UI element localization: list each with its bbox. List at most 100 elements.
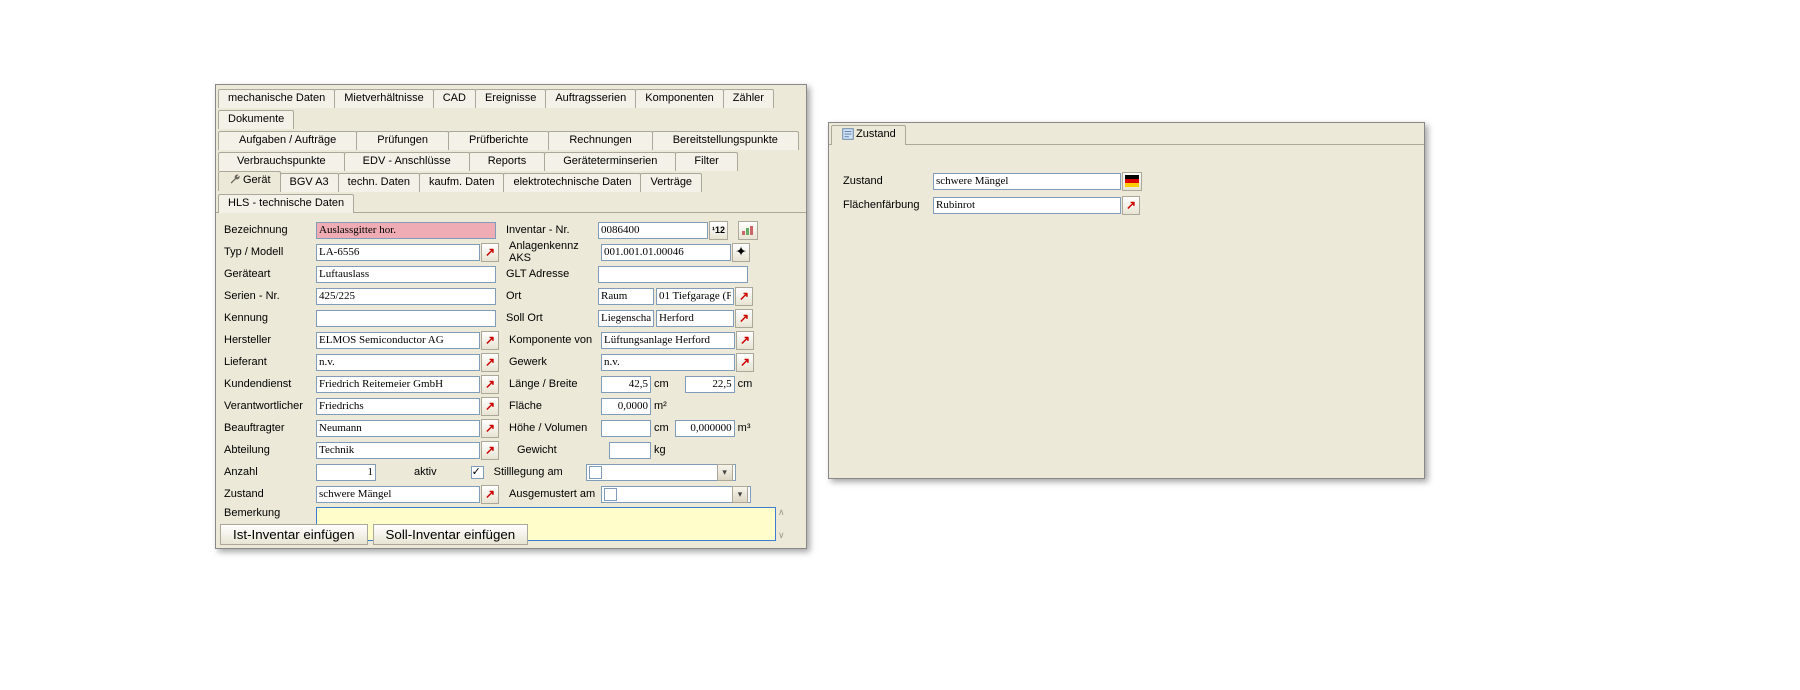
tab-kaufm-daten[interactable]: kaufm. Daten <box>419 173 504 192</box>
input-verantw[interactable] <box>316 398 480 415</box>
date-enable-checkbox[interactable] <box>589 466 602 479</box>
tab-dokumente[interactable]: Dokumente <box>218 110 294 129</box>
input-anzahl[interactable] <box>316 464 376 481</box>
tab-rechnungen[interactable]: Rechnungen <box>548 131 652 150</box>
label-anzahl: Anzahl <box>224 466 316 478</box>
label-hersteller: Hersteller <box>224 334 316 346</box>
input-zustand[interactable] <box>316 486 480 503</box>
tab-bereitstellungspunkte[interactable]: Bereitstellungspunkte <box>652 131 799 150</box>
input-flaeche[interactable] <box>601 398 651 415</box>
zustand-lookup-button[interactable]: ↗ <box>481 485 499 504</box>
tab-geraet[interactable]: Gerät <box>218 171 281 191</box>
side-zustand-color-button[interactable] <box>1122 172 1142 191</box>
tab-zaehler[interactable]: Zähler <box>723 89 774 108</box>
input-ort-type[interactable] <box>598 288 654 305</box>
checkbox-aktiv[interactable] <box>471 466 484 479</box>
label-gewicht: Gewicht <box>509 444 609 456</box>
wrench-icon <box>228 173 240 185</box>
input-serien[interactable] <box>316 288 496 305</box>
ort-lookup-button[interactable]: ↗ <box>735 287 753 306</box>
komponente-lookup-button[interactable]: ↗ <box>736 331 754 350</box>
tab-cad[interactable]: CAD <box>433 89 476 108</box>
tab-aufgaben[interactable]: Aufgaben / Aufträge <box>218 131 357 150</box>
tab-strip: mechanische Daten Mietverhältnisse CAD E… <box>216 85 806 213</box>
verantw-lookup-button[interactable]: ↗ <box>481 397 499 416</box>
input-laenge[interactable] <box>601 376 651 393</box>
side-flaeche-lookup-button[interactable]: ↗ <box>1122 196 1140 215</box>
hersteller-lookup-button[interactable]: ↗ <box>481 331 499 350</box>
tab-elektro-daten[interactable]: elektrotechnische Daten <box>503 173 641 192</box>
label-abteilung: Abteilung <box>224 444 316 456</box>
arrow-icon: ↗ <box>485 487 495 501</box>
input-gewerk[interactable] <box>601 354 735 371</box>
input-gewicht[interactable] <box>609 442 651 459</box>
tab-reports[interactable]: Reports <box>469 152 546 171</box>
label-aktiv: aktiv <box>414 466 437 478</box>
tab-bgv[interactable]: BGV A3 <box>280 173 339 192</box>
tab-pruefberichte[interactable]: Prüfberichte <box>448 131 549 150</box>
chevron-down-icon[interactable]: ▾ <box>732 486 748 503</box>
tab-mietverhaeltnisse[interactable]: Mietverhältnisse <box>334 89 433 108</box>
tab-edv[interactable]: EDV - Anschlüsse <box>344 152 470 171</box>
soll-inventar-button[interactable]: Soll-Inventar einfügen <box>373 524 529 545</box>
tab-filter[interactable]: Filter <box>675 152 737 171</box>
anlagenkennz-wand-button[interactable]: ✦ <box>732 243 750 262</box>
inventar-numbering-button[interactable]: ¹12 <box>709 221 728 240</box>
input-beauftr[interactable] <box>316 420 480 437</box>
arrow-icon: ↗ <box>485 399 495 413</box>
input-komponente[interactable] <box>601 332 735 349</box>
input-ort-name[interactable] <box>656 288 734 305</box>
arrow-icon: ↗ <box>739 289 749 303</box>
date-stilllegung[interactable]: ▾ <box>586 464 736 481</box>
input-kundendienst[interactable] <box>316 376 480 393</box>
tab-verbrauchspunkte[interactable]: Verbrauchspunkte <box>218 152 345 171</box>
chevron-down-icon[interactable]: ▾ <box>717 464 733 481</box>
input-abteilung[interactable] <box>316 442 480 459</box>
input-volumen[interactable] <box>675 420 735 437</box>
form-body: Bezeichnung Inventar - Nr. ¹12 Typ / Mod… <box>216 213 806 547</box>
beauftr-lookup-button[interactable]: ↗ <box>481 419 499 438</box>
scroll-indicator: ∧∨ <box>778 507 785 541</box>
tab-komponenten[interactable]: Komponenten <box>635 89 724 108</box>
tab-pruefungen[interactable]: Prüfungen <box>356 131 449 150</box>
tab-auftragsserien[interactable]: Auftragsserien <box>545 89 636 108</box>
label-kennung: Kennung <box>224 312 316 324</box>
arrow-icon: ↗ <box>485 377 495 391</box>
zustand-panel-window: Zustand Zustand Flächenfärbung ↗ <box>828 122 1425 479</box>
sollort-lookup-button[interactable]: ↗ <box>735 309 753 328</box>
date-enable-checkbox[interactable] <box>604 488 617 501</box>
input-sollort-name[interactable] <box>656 310 734 327</box>
input-lieferant[interactable] <box>316 354 480 371</box>
input-glt[interactable] <box>598 266 748 283</box>
arrow-icon: ↗ <box>485 443 495 457</box>
input-hersteller[interactable] <box>316 332 480 349</box>
kundendienst-lookup-button[interactable]: ↗ <box>481 375 499 394</box>
tab-mechanische-daten[interactable]: mechanische Daten <box>218 89 335 108</box>
input-geraeteart[interactable] <box>316 266 496 283</box>
input-anlagenkennz[interactable] <box>601 244 731 261</box>
input-breite[interactable] <box>685 376 735 393</box>
tab-vertraege[interactable]: Verträge <box>640 173 702 192</box>
abteilung-lookup-button[interactable]: ↗ <box>481 441 499 460</box>
input-typ[interactable] <box>316 244 480 261</box>
input-hoehe[interactable] <box>601 420 651 437</box>
typ-lookup-button[interactable]: ↗ <box>481 243 499 262</box>
tab-hls[interactable]: HLS - technische Daten <box>218 194 354 213</box>
tab-techn-daten[interactable]: techn. Daten <box>338 173 420 192</box>
unit-cm: cm <box>654 378 669 390</box>
lieferant-lookup-button[interactable]: ↗ <box>481 353 499 372</box>
gewerk-lookup-button[interactable]: ↗ <box>736 353 754 372</box>
tab-zustand[interactable]: Zustand <box>831 125 906 145</box>
input-inventar[interactable] <box>598 222 708 239</box>
ist-inventar-button[interactable]: Ist-Inventar einfügen <box>220 524 368 545</box>
input-sollort-type[interactable] <box>598 310 654 327</box>
input-bezeichnung[interactable] <box>316 222 496 239</box>
label-flaeche: Fläche <box>509 400 601 412</box>
tab-geraeteterminserien[interactable]: Geräteterminserien <box>544 152 676 171</box>
input-kennung[interactable] <box>316 310 496 327</box>
side-input-flaechenfaerbung[interactable] <box>933 197 1121 214</box>
tab-ereignisse[interactable]: Ereignisse <box>475 89 546 108</box>
date-ausgemustert[interactable]: ▾ <box>601 486 751 503</box>
inventar-chart-button[interactable] <box>738 221 758 240</box>
side-input-zustand[interactable] <box>933 173 1121 190</box>
